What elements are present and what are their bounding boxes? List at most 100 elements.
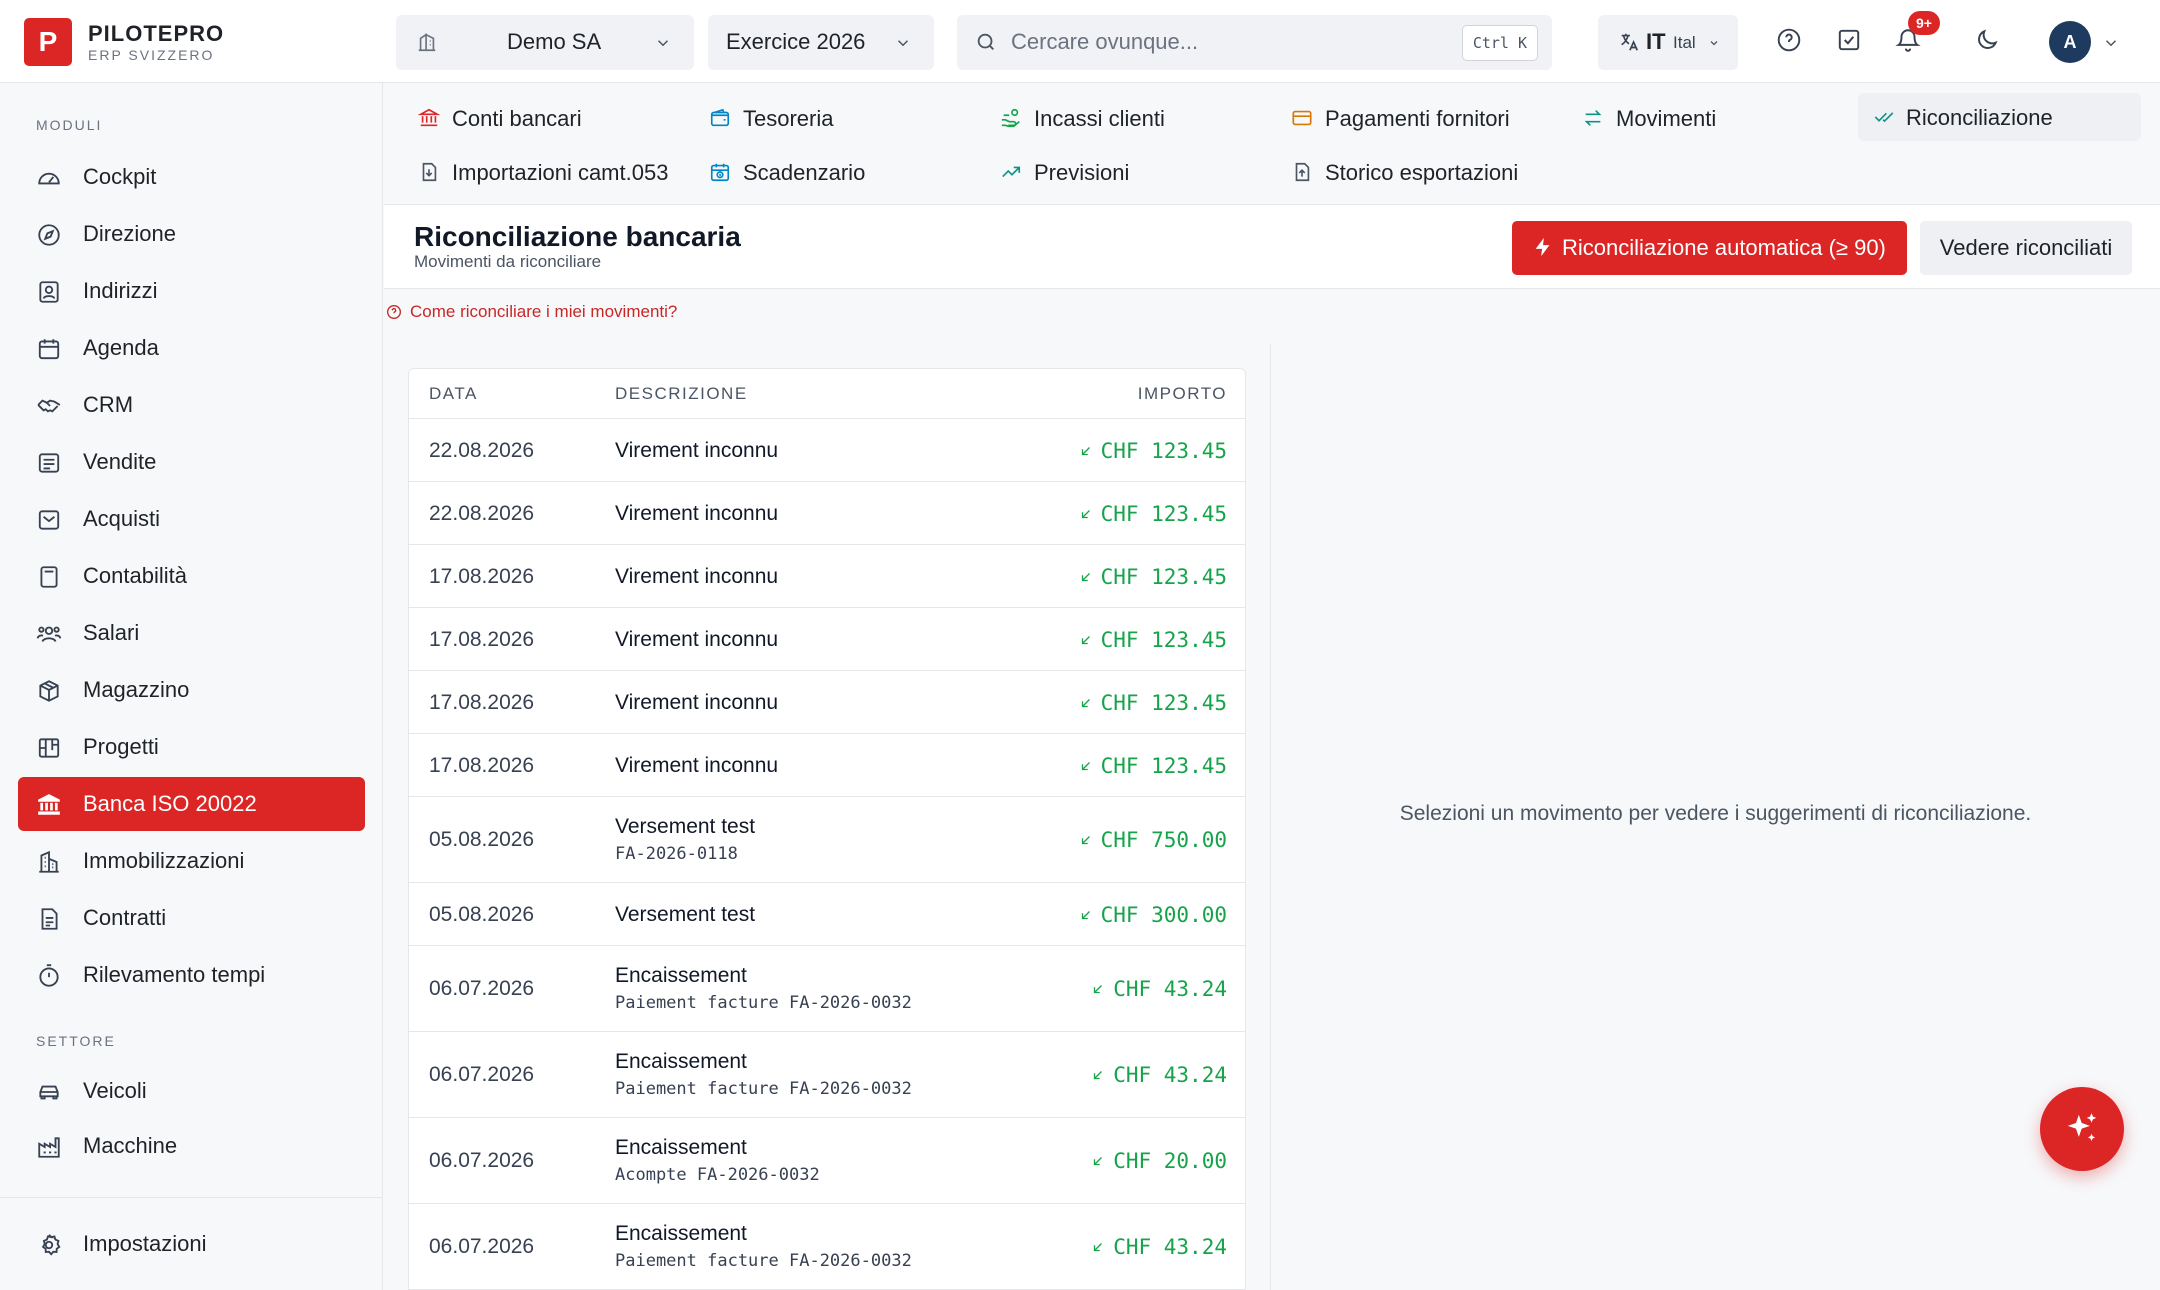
sidebar-item-label: Banca ISO 20022	[83, 791, 257, 816]
tab-movimenti[interactable]: Movimenti	[1582, 94, 1782, 142]
row-amount: CHF 43.24	[1091, 1063, 1227, 1087]
table-row[interactable]: 22.08.2026 Virement inconnu CHF 123.45	[409, 482, 1245, 545]
handshake-icon	[36, 393, 62, 419]
page-subtitle: Movimenti da riconciliare	[414, 252, 602, 271]
tab-label: Riconciliazione	[1906, 105, 2053, 130]
search-shortcut: Ctrl K	[1461, 25, 1538, 61]
table-row[interactable]: 22.08.2026 Virement inconnu CHF 123.45	[409, 419, 1245, 482]
row-amount: CHF 43.24	[1091, 977, 1227, 1001]
page-header: Riconciliazione bancaria Movimenti da ri…	[384, 205, 2160, 289]
fiscal-year-selector[interactable]: Exercice 2026	[708, 15, 934, 70]
arrow-down-left-icon	[1094, 1071, 1103, 1080]
table-row[interactable]: 17.08.2026 Virement inconnu CHF 123.45	[409, 734, 1245, 797]
row-date: 17.08.2026	[429, 628, 535, 651]
table-row[interactable]: 05.08.2026 Versement test FA-2026-0118 C…	[409, 797, 1245, 883]
sidebar-item-macchine[interactable]: Macchine	[18, 1119, 365, 1173]
sidebar-section-heading: SETTORE	[36, 1033, 116, 1049]
sidebar-item-indirizzi[interactable]: Indirizzi	[18, 264, 365, 318]
sidebar-item-salari[interactable]: Salari	[18, 606, 365, 660]
column-header-date[interactable]: DATA	[429, 384, 478, 404]
sidebar-item-progetti[interactable]: Progetti	[18, 720, 365, 774]
sidebar-divider	[0, 1197, 383, 1198]
tab-previsioni[interactable]: Previsioni	[1000, 148, 1240, 196]
row-date: 06.07.2026	[429, 1063, 535, 1086]
help-link[interactable]: Come riconciliare i miei movimenti?	[386, 302, 677, 322]
table-row[interactable]: 06.07.2026 Encaissement Paiement facture…	[409, 946, 1245, 1032]
chevron-down-icon	[1708, 37, 1720, 49]
row-amount-value: CHF 123.45	[1100, 565, 1227, 589]
row-amount-value: CHF 43.24	[1113, 977, 1227, 1001]
chevron-down-icon	[654, 34, 672, 52]
row-amount: CHF 123.45	[1079, 754, 1227, 778]
language-selector[interactable]: IT Ital	[1598, 15, 1738, 70]
bank-icon	[36, 792, 62, 818]
row-amount-value: CHF 43.24	[1113, 1063, 1227, 1087]
tab-riconciliazione[interactable]: Riconciliazione	[1858, 93, 2141, 141]
search-placeholder: Cercare ovunque...	[1011, 29, 1199, 54]
tab-conti-bancari[interactable]: Conti bancari	[418, 94, 658, 142]
sidebar-item-veicoli[interactable]: Veicoli	[18, 1064, 365, 1118]
checkbox-icon[interactable]	[1836, 27, 1862, 53]
column-header-description[interactable]: DESCRIZIONE	[615, 384, 748, 404]
sidebar-item-immobilizzazioni[interactable]: Immobilizzazioni	[18, 834, 365, 888]
sidebar-item-label: Direzione	[83, 221, 176, 246]
sidebar-item-agenda[interactable]: Agenda	[18, 321, 365, 375]
wallet-icon	[709, 107, 731, 129]
arrow-down-left-icon	[1094, 1243, 1103, 1252]
row-amount-value: CHF 123.45	[1100, 754, 1227, 778]
sidebar-item-label: Progetti	[83, 734, 159, 759]
fiscal-year: Exercice 2026	[726, 29, 866, 54]
tab-storico-esportazioni[interactable]: Storico esportazioni	[1291, 148, 1551, 196]
ai-assistant-button[interactable]	[2040, 1087, 2124, 1171]
table-row[interactable]: 17.08.2026 Virement inconnu CHF 123.45	[409, 545, 1245, 608]
sidebar-item-rilevamento-tempi[interactable]: Rilevamento tempi	[18, 948, 365, 1002]
sidebar-item-vendite[interactable]: Vendite	[18, 435, 365, 489]
sidebar-item-direzione[interactable]: Direzione	[18, 207, 365, 261]
sidebar-item-impostazioni[interactable]: Impostazioni	[18, 1217, 365, 1271]
tab-incassi-clienti[interactable]: Incassi clienti	[1000, 94, 1240, 142]
company-selector[interactable]: Demo SA	[396, 15, 694, 70]
sidebar-item-cockpit[interactable]: Cockpit	[18, 150, 365, 204]
sidebar-item-magazzino[interactable]: Magazzino	[18, 663, 365, 717]
row-date: 06.07.2026	[429, 1149, 535, 1172]
arrow-down-left-icon	[1081, 573, 1090, 582]
timer-icon	[36, 963, 62, 989]
auto-reconcile-button[interactable]: Riconciliazione automatica (≥ 90)	[1512, 221, 1907, 275]
language-code: IT	[1646, 29, 1666, 54]
sidebar-item-contabilita[interactable]: Contabilità	[18, 549, 365, 603]
table-row[interactable]: 06.07.2026 Encaissement Paiement facture…	[409, 1032, 1245, 1118]
tab-label: Importazioni camt.053	[452, 160, 669, 185]
tab-pagamenti-fornitori[interactable]: Pagamenti fornitori	[1291, 94, 1551, 142]
file-export-icon	[1291, 161, 1313, 183]
avatar[interactable]: A	[2049, 21, 2091, 63]
table-row[interactable]: 17.08.2026 Virement inconnu CHF 123.45	[409, 671, 1245, 734]
moon-icon[interactable]	[1974, 27, 2000, 53]
sidebar: MODULI Cockpit Direzione Indirizzi Agend…	[0, 83, 383, 1290]
chevron-down-icon[interactable]	[2102, 34, 2120, 52]
global-search-input[interactable]: Cercare ovunque... Ctrl K	[957, 15, 1552, 70]
help-circle-icon[interactable]	[1776, 27, 1802, 53]
table-row[interactable]: 05.08.2026 Versement test CHF 300.00	[409, 883, 1245, 946]
brand[interactable]: P PILOTEPRO ERP SVIZZERO	[24, 18, 224, 66]
tab-scadenzario[interactable]: Scadenzario	[709, 148, 949, 196]
column-header-amount[interactable]: IMPORTO	[1138, 384, 1227, 404]
sidebar-item-label: Rilevamento tempi	[83, 962, 266, 987]
row-description: Virement inconnu	[615, 502, 779, 525]
tab-tesoreria[interactable]: Tesoreria	[709, 94, 949, 142]
table-row[interactable]: 06.07.2026 Encaissement Paiement facture…	[409, 1204, 1245, 1290]
row-amount: CHF 43.24	[1091, 1235, 1227, 1259]
gauge-icon	[36, 165, 62, 191]
row-description: Virement inconnu	[615, 565, 779, 588]
table-row[interactable]: 17.08.2026 Virement inconnu CHF 123.45	[409, 608, 1245, 671]
table-row[interactable]: 06.07.2026 Encaissement Acompte FA-2026-…	[409, 1118, 1245, 1204]
sidebar-item-contratti[interactable]: Contratti	[18, 891, 365, 945]
calculator-icon	[36, 564, 62, 590]
sidebar-item-acquisti[interactable]: Acquisti	[18, 492, 365, 546]
sidebar-item-banca-iso-20022[interactable]: Banca ISO 20022	[18, 777, 365, 831]
view-reconciled-button[interactable]: Vedere riconciliati	[1920, 221, 2132, 275]
tab-label: Previsioni	[1034, 160, 1130, 185]
arrow-down-left-icon	[1081, 636, 1090, 645]
tab-importazioni-camt053[interactable]: Importazioni camt.053	[418, 148, 678, 196]
sidebar-item-crm[interactable]: CRM	[18, 378, 365, 432]
tab-label: Storico esportazioni	[1325, 160, 1519, 185]
